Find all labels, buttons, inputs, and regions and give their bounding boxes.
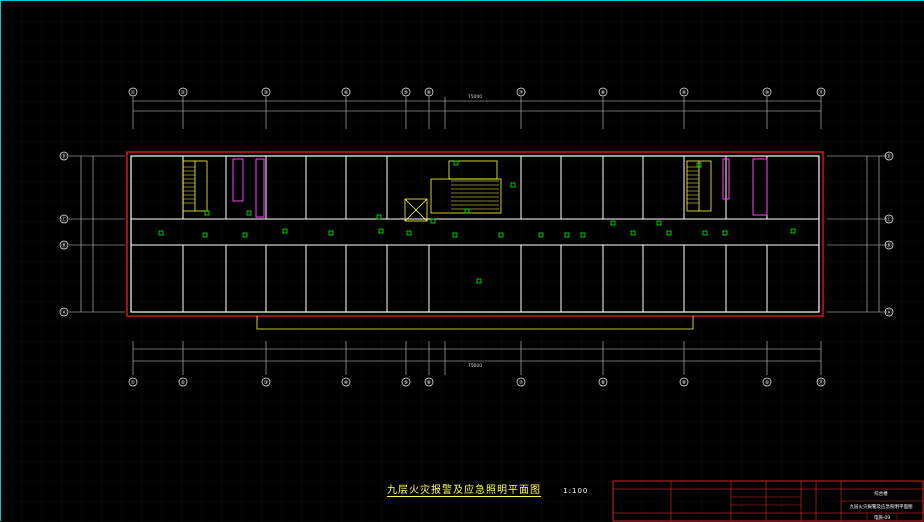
axis-label: ⑤ xyxy=(404,90,408,96)
axis-label: Ⓓ xyxy=(61,153,66,160)
axis-label: ⑦ xyxy=(519,90,524,96)
axis-label: ⑪ xyxy=(818,89,823,96)
drawing-title-text: 九层火灾报警及应急照明平面图 xyxy=(387,485,541,497)
axis-label: ④ xyxy=(344,380,349,386)
drawing-title: 九层火灾报警及应急照明平面图 1:100 xyxy=(387,481,589,497)
drawing-scale: 1:100 xyxy=(563,487,589,495)
axis-label: ⑤ xyxy=(404,380,408,386)
axis-label: ⑥ xyxy=(427,380,432,386)
axis-label: ⑧ xyxy=(601,380,606,386)
floor-plan-drawing: ①②③④⑤⑥⑦⑧⑨⑩⑪ ①②③④⑤⑥⑦⑧⑨⑩⑪ ⒶⒷⒸⒹ ⒶⒷⒸⒹ 75000 … xyxy=(1,1,924,522)
axis-label: ⑦ xyxy=(519,380,524,386)
axis-label: Ⓒ xyxy=(886,216,891,223)
axis-label: ⑩ xyxy=(765,380,770,386)
axis-label: ② xyxy=(181,380,186,386)
title-block-drawing-name: 九层火灾报警及应急照明平面图 xyxy=(850,503,913,510)
axis-label: ⑨ xyxy=(682,90,686,96)
axis-label: Ⓒ xyxy=(61,216,66,223)
overall-dimension-bottom: 75000 xyxy=(468,363,482,369)
axis-label: ④ xyxy=(344,90,349,96)
cad-viewport[interactable]: ①②③④⑤⑥⑦⑧⑨⑩⑪ ①②③④⑤⑥⑦⑧⑨⑩⑪ Ⓐ Ⓑ Ⓒ Ⓓ Ⓐ Ⓑ Ⓒ Ⓓ 75000 … xyxy=(0,0,924,522)
axis-label: ⑪ xyxy=(818,379,823,386)
axis-label: Ⓐ xyxy=(886,309,891,316)
axis-label: ⑥ xyxy=(427,90,432,96)
axis-label: ① xyxy=(131,90,136,96)
axis-label: Ⓑ xyxy=(61,242,66,249)
axis-label: ② xyxy=(181,90,186,96)
axis-label: ① xyxy=(131,380,136,386)
axis-label: ③ xyxy=(264,90,268,96)
axis-label: Ⓑ xyxy=(886,242,891,249)
title-block-project: 综合楼 xyxy=(874,490,888,497)
overall-dimension-top: 75000 xyxy=(468,94,482,100)
axis-label: Ⓐ xyxy=(61,309,66,316)
background-grid xyxy=(1,1,924,522)
axis-label: Ⓓ xyxy=(886,153,891,160)
axis-label: ⑩ xyxy=(765,90,770,96)
axis-label: ⑨ xyxy=(682,380,686,386)
axis-label: ③ xyxy=(264,380,268,386)
title-block-drawing-no: 电施-09 xyxy=(874,514,890,521)
axis-label: ⑧ xyxy=(601,90,606,96)
